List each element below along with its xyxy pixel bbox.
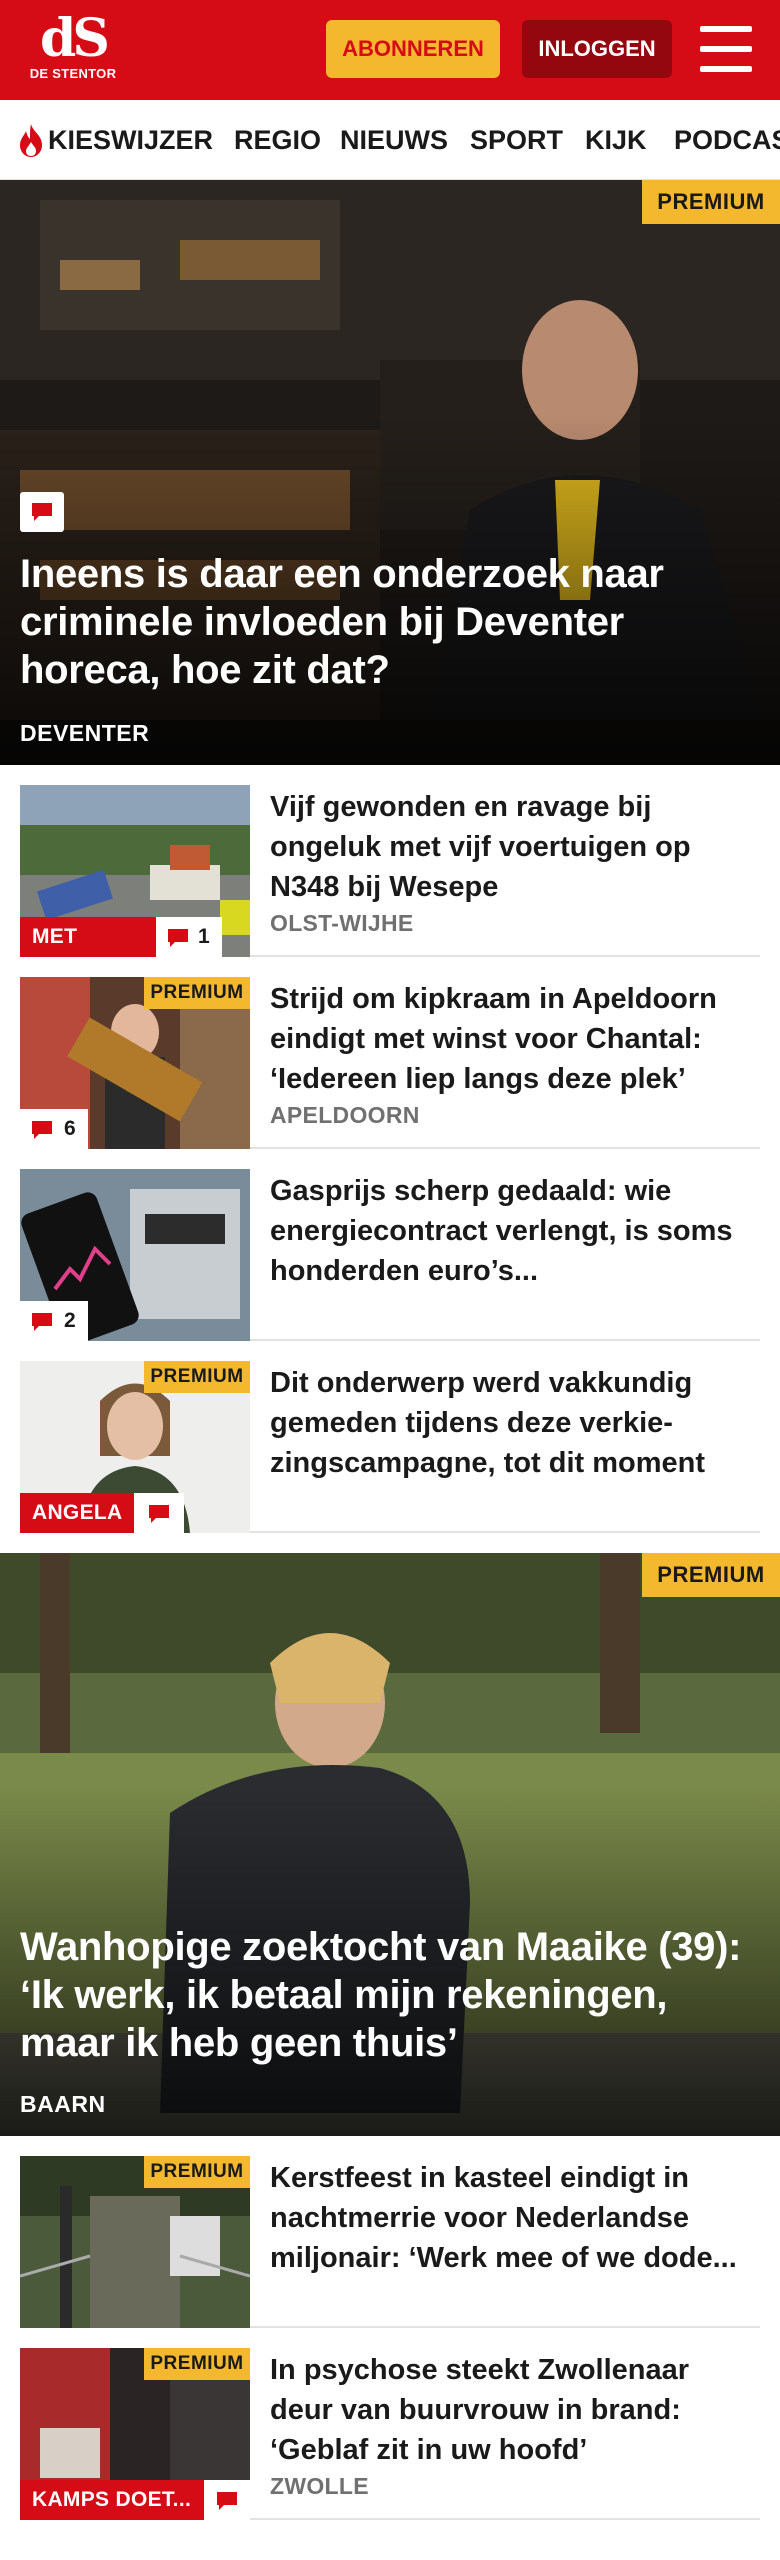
- comment-bubble-icon: [168, 929, 188, 947]
- series-label: KAMPS DOET...: [20, 2480, 204, 2520]
- premium-badge: PREMIUM: [144, 2348, 250, 2380]
- comment-bubble-icon: [32, 503, 52, 521]
- article-title[interactable]: In psychose steekt Zwollenaar deur van b…: [270, 2350, 750, 2470]
- article-thumbnail: PREMIUM KAMPS DOET...: [20, 2348, 250, 2520]
- comment-indicator[interactable]: [204, 2480, 250, 2520]
- article-title[interactable]: Strijd om kipkraam in Apeldoorn eindigt …: [270, 979, 750, 1099]
- article-location: OLST-WIJHE: [270, 910, 414, 936]
- subscribe-button[interactable]: ABONNEREN: [326, 20, 500, 78]
- comment-indicator[interactable]: [134, 1493, 184, 1533]
- hamburger-menu-icon[interactable]: [700, 26, 752, 72]
- comment-count[interactable]: 6: [20, 1109, 88, 1149]
- article-location: APELDOORN: [270, 1102, 420, 1128]
- article-thumbnail: MET VIDEO 1: [20, 785, 250, 957]
- hero-article-deventer[interactable]: PREMIUM Ineens is daar een onderzoek naa…: [0, 180, 780, 765]
- video-label: MET VIDEO: [20, 917, 156, 957]
- list-item[interactable]: 2 Gasprijs scherp gedaald: wie energieco…: [20, 1149, 760, 1341]
- logo-mark: dS: [40, 8, 110, 69]
- login-button[interactable]: INLOGGEN: [522, 20, 672, 78]
- hero-location: BAARN: [20, 2091, 106, 2117]
- comment-count-number: 1: [198, 925, 210, 948]
- list-item[interactable]: PREMIUM ANGELA Dit onderwerp werd vakkun…: [20, 1341, 760, 1533]
- comment-count-number: 2: [64, 1309, 76, 1332]
- comment-count[interactable]: 1: [156, 917, 222, 957]
- article-location: ZWOLLE: [270, 2473, 369, 2499]
- nav-item-podcast[interactable]: PODCAST: [674, 100, 780, 179]
- flame-icon: [20, 124, 42, 157]
- columnist-label: ANGELA: [20, 1493, 134, 1533]
- comment-count-number: 6: [64, 1117, 76, 1140]
- nav-item-nieuws[interactable]: NIEUWS: [340, 100, 448, 179]
- article-thumbnail: 2: [20, 1169, 250, 1341]
- list-item[interactable]: MET VIDEO 1 Vijf gewonden en ravage bij …: [20, 765, 760, 957]
- article-thumbnail: PREMIUM 6: [20, 977, 250, 1149]
- premium-badge: PREMIUM: [144, 1361, 250, 1393]
- comment-bubble-icon: [149, 1505, 169, 1523]
- comment-bubble-icon: [32, 1121, 52, 1139]
- nav-item-sport[interactable]: SPORT: [470, 100, 563, 179]
- logo-name: DE STENTOR: [29, 66, 117, 81]
- list-item[interactable]: PREMIUM Kerstfeest in kasteel eindigt in…: [20, 2136, 760, 2328]
- premium-badge: PREMIUM: [642, 1553, 780, 1597]
- nav-item-kieswijzer[interactable]: KIESWIJZER: [48, 100, 213, 179]
- article-thumbnail: PREMIUM ANGELA: [20, 1361, 250, 1533]
- comment-count[interactable]: 2: [20, 1301, 88, 1341]
- article-title[interactable]: Kerstfeest in kasteel eindigt in nachtme…: [270, 2158, 750, 2278]
- section-nav: KIESWIJZER REGIO NIEUWS SPORT KIJK PODCA…: [0, 100, 780, 180]
- premium-badge: PREMIUM: [144, 2156, 250, 2188]
- article-title[interactable]: Dit onderwerp werd vakkundig gemeden tij…: [270, 1363, 750, 1483]
- top-bar: dS DE STENTOR ABONNEREN INLOGGEN: [0, 0, 780, 100]
- nav-item-regio[interactable]: REGIO: [234, 100, 321, 179]
- comment-bubble-icon: [32, 1313, 52, 1331]
- article-title[interactable]: Vijf gewonden en ravage bij ongeluk met …: [270, 787, 750, 907]
- list-item[interactable]: PREMIUM KAMPS DOET... In psychose steekt…: [20, 2328, 760, 2520]
- comment-bubble-icon: [217, 2492, 237, 2510]
- article-title[interactable]: Gasprijs scherp gedaald: wie energiecont…: [270, 1171, 750, 1291]
- hero-title[interactable]: Wanhopige zoektocht van Maaike (39): ‘Ik…: [20, 1923, 760, 2067]
- hero-title[interactable]: Ineens is daar een onderzoek naar crimin…: [20, 550, 760, 694]
- hero-location: DEVENTER: [20, 720, 150, 746]
- comment-indicator[interactable]: [20, 492, 64, 532]
- premium-badge: PREMIUM: [144, 977, 250, 1009]
- nav-item-kijk[interactable]: KIJK: [585, 100, 647, 179]
- article-thumbnail: PREMIUM: [20, 2156, 250, 2328]
- hero-article-baarn[interactable]: PREMIUM Wanhopige zoektocht van Maaike (…: [0, 1553, 780, 2136]
- site-logo[interactable]: dS DE STENTOR: [28, 12, 118, 88]
- list-item[interactable]: PREMIUM 6 Strijd om kipkraam in Apeldoor…: [20, 957, 760, 1149]
- premium-badge: PREMIUM: [642, 180, 780, 224]
